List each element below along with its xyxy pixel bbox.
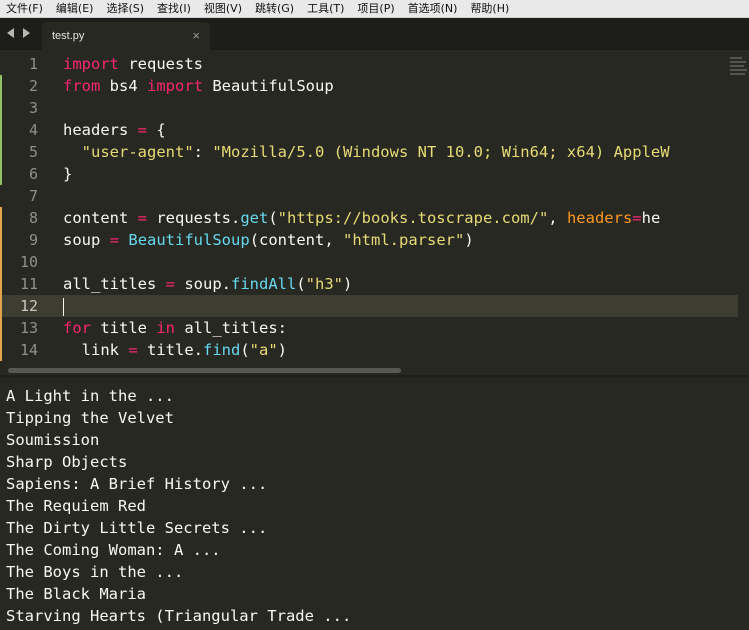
output-line: A Light in the ... bbox=[6, 387, 174, 405]
line-number: 2 bbox=[28, 77, 38, 95]
output-line: The Black Maria bbox=[6, 585, 146, 603]
code-text[interactable] bbox=[63, 295, 64, 317]
output-line: Sharp Objects bbox=[6, 453, 128, 471]
tab-test-py[interactable]: test.py × bbox=[42, 22, 210, 50]
code-line[interactable]: 7 bbox=[0, 185, 738, 207]
menu-bar: 文件(F) 编辑(E) 选择(S) 查找(I) 视图(V) 跳转(G) 工具(T… bbox=[0, 0, 749, 18]
close-icon[interactable]: × bbox=[192, 28, 200, 43]
menu-item-file[interactable]: 文件(F) bbox=[0, 0, 50, 18]
output-panel: A Light in the ... Tipping the Velvet Soum… bbox=[0, 378, 749, 630]
menu-item-edit[interactable]: 编辑(E) bbox=[50, 0, 101, 18]
code-line[interactable]: 4 headers = { bbox=[0, 119, 738, 141]
code-line[interactable]: 12 bbox=[0, 295, 738, 317]
line-number: 9 bbox=[28, 231, 38, 249]
code-line[interactable]: 14 link = title.find("a") bbox=[0, 339, 738, 361]
code-line[interactable]: 13 for title in all_titles: bbox=[0, 317, 738, 339]
code-text[interactable]: link = title.find("a") bbox=[63, 339, 287, 361]
code-text[interactable]: "user-agent": "Mozilla/5.0 (Windows NT 1… bbox=[63, 141, 670, 163]
line-number: 4 bbox=[28, 121, 38, 139]
code-line[interactable]: 6} bbox=[0, 163, 738, 185]
horizontal-scrollbar[interactable] bbox=[0, 365, 749, 375]
tab-prev-arrow-icon[interactable] bbox=[7, 27, 16, 39]
code-line[interactable]: 5 "user-agent": "Mozilla/5.0 (Windows NT… bbox=[0, 141, 738, 163]
line-number: 11 bbox=[19, 275, 38, 293]
line-number: 7 bbox=[28, 187, 38, 205]
code-editor[interactable]: 1 import requests 2 from bs4 import Beautif… bbox=[0, 51, 749, 365]
output-line: The Boys in the ... bbox=[6, 563, 184, 581]
line-number: 12 bbox=[19, 297, 38, 315]
tab-nav bbox=[7, 27, 31, 39]
code-text[interactable]: from bs4 import BeautifulSoup bbox=[63, 75, 334, 97]
line-number: 14 bbox=[19, 341, 38, 359]
code-text[interactable]: for title in all_titles: bbox=[63, 317, 287, 339]
code-line[interactable]: 2 from bs4 import BeautifulSoup bbox=[0, 75, 738, 97]
tab-strip: test.py × bbox=[0, 18, 749, 50]
menu-item-goto[interactable]: 跳转(G) bbox=[249, 0, 301, 18]
output-line: The Dirty Little Secrets ... bbox=[6, 519, 268, 537]
menu-item-tools[interactable]: 工具(T) bbox=[301, 0, 351, 18]
code-text[interactable]: all_titles = soup.findAll("h3") bbox=[63, 273, 352, 295]
menu-item-find[interactable]: 查找(I) bbox=[151, 0, 198, 18]
output-line: Tipping the Velvet bbox=[6, 409, 174, 427]
menu-item-view[interactable]: 视图(V) bbox=[198, 0, 249, 18]
output-line: Soumission bbox=[6, 431, 100, 449]
line-number: 1 bbox=[28, 55, 38, 73]
code-line[interactable]: 3 bbox=[0, 97, 738, 119]
menu-item-preferences[interactable]: 首选项(N) bbox=[402, 0, 465, 18]
code-text[interactable]: headers = { bbox=[63, 119, 166, 141]
output-line: Sapiens: A Brief History ... bbox=[6, 475, 268, 493]
menu-item-help[interactable]: 帮助(H) bbox=[464, 0, 516, 18]
text-cursor bbox=[63, 297, 64, 316]
code-line[interactable]: 10 bbox=[0, 251, 738, 273]
code-text[interactable]: } bbox=[63, 163, 72, 185]
code-text[interactable]: import requests bbox=[63, 53, 203, 75]
tab-label: test.py bbox=[52, 30, 85, 42]
minimap[interactable] bbox=[730, 55, 749, 85]
output-line: The Requiem Red bbox=[6, 497, 146, 515]
code-line[interactable]: 8 content = requests.get("https://books.t… bbox=[0, 207, 738, 229]
menu-item-selection[interactable]: 选择(S) bbox=[100, 0, 151, 18]
line-number: 5 bbox=[28, 143, 38, 161]
line-number: 6 bbox=[28, 165, 38, 183]
scrollbar-thumb[interactable] bbox=[8, 368, 401, 373]
line-number: 10 bbox=[19, 253, 38, 271]
output-line: The Coming Woman: A ... bbox=[6, 541, 221, 559]
code-line[interactable]: 1 import requests bbox=[0, 53, 738, 75]
line-number: 8 bbox=[28, 209, 38, 227]
output-line: Starving Hearts (Triangular Trade ... bbox=[6, 607, 352, 625]
code-line[interactable]: 11 all_titles = soup.findAll("h3") bbox=[0, 273, 738, 295]
line-number: 13 bbox=[19, 319, 38, 337]
code-line[interactable]: 9 soup = BeautifulSoup(content, "html.par… bbox=[0, 229, 738, 251]
line-number: 3 bbox=[28, 99, 38, 117]
menu-item-project[interactable]: 项目(P) bbox=[351, 0, 401, 18]
code-text[interactable]: soup = BeautifulSoup(content, "html.pars… bbox=[63, 229, 474, 251]
tab-next-arrow-icon[interactable] bbox=[22, 27, 31, 39]
code-text[interactable]: content = requests.get("https://books.to… bbox=[63, 207, 660, 229]
